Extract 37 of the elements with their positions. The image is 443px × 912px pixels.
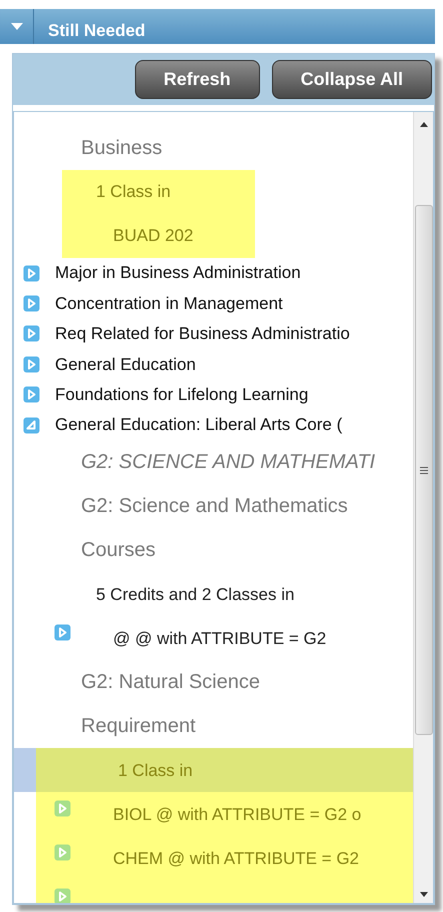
block-title[interactable]: Foundations for Lifelong Learning — [55, 382, 308, 408]
play-icon[interactable] — [23, 356, 40, 373]
section-heading: Business — [81, 136, 162, 161]
panel-title: Still Needed — [48, 20, 146, 42]
rule-text: 1 Class in — [96, 181, 171, 204]
rule-text: 1 Class in — [118, 760, 193, 782]
block-title[interactable]: Req Related for Business Administratio — [55, 321, 350, 347]
play-icon[interactable] — [54, 888, 71, 903]
block-title[interactable]: Major in Business Administration — [55, 260, 301, 286]
scroll-thumb[interactable] — [414, 205, 432, 735]
play-icon[interactable] — [23, 295, 40, 312]
toolbar-button[interactable]: Collapse All — [272, 60, 432, 99]
play-icon[interactable] — [54, 624, 71, 642]
play-icon[interactable] — [54, 800, 71, 818]
section-heading: G2: SCIENCE AND MATHEMATI — [81, 450, 376, 476]
scrollbar[interactable] — [413, 112, 433, 903]
section-heading: Requirement — [81, 714, 196, 740]
block-title[interactable]: General Education: Liberal Arts Core ( — [55, 412, 342, 438]
play-icon[interactable] — [23, 386, 40, 404]
course-text: BIOL @ with ATTRIBUTE = G2 o — [113, 804, 362, 826]
section-heading: Courses — [81, 538, 156, 564]
grip-icon — [420, 466, 428, 474]
block-title[interactable]: General Education — [55, 352, 196, 378]
toolbar-button[interactable]: Refresh — [134, 60, 260, 99]
block-title[interactable]: Concentration in Management — [55, 290, 283, 316]
scroll-up-icon[interactable] — [420, 122, 428, 127]
course-text: BUAD 202 — [113, 225, 194, 248]
rule-text: 5 Credits and 2 Classes in — [96, 584, 294, 606]
play-icon[interactable] — [23, 325, 40, 342]
course-text: @ @ with ATTRIBUTE = G2 — [113, 628, 326, 650]
course-text: CHEM @ with ATTRIBUTE = G2 — [113, 848, 360, 870]
section-heading: G2: Natural Science — [81, 670, 260, 696]
section-heading: G2: Science and Mathematics — [81, 494, 348, 520]
scroll-down-icon[interactable] — [420, 892, 428, 897]
caret-icon — [10, 22, 22, 30]
play-icon[interactable] — [23, 264, 40, 282]
play-icon[interactable] — [54, 844, 71, 862]
